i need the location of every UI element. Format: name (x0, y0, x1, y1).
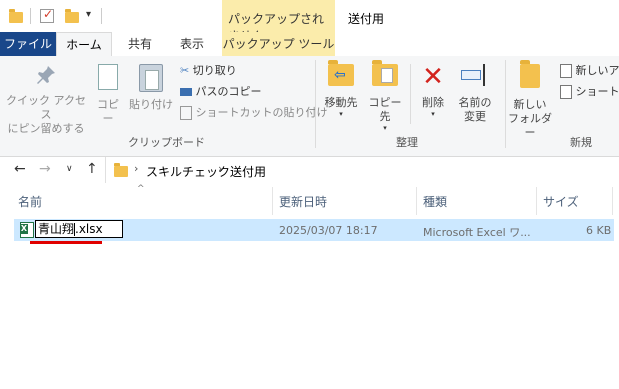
breadcrumb-chevron-icon[interactable]: › (134, 162, 138, 175)
organize-group-label: 整理 (396, 136, 418, 149)
breadcrumb-chevron-icon[interactable]: › (218, 162, 222, 175)
file-modified: 2025/03/07 18:17 (279, 224, 378, 237)
sort-ascending-icon: ^ (137, 184, 145, 194)
column-type[interactable]: 種類 (423, 193, 447, 210)
qat-dropdown-icon[interactable]: ▾ (86, 9, 91, 20)
group-separator (505, 60, 506, 148)
pin-label-line1: クイック アクセス (6, 94, 86, 121)
new-folder-label-line1: 新しい (513, 98, 547, 111)
path-folder-icon (114, 163, 128, 177)
tab-share[interactable]: 共有 (116, 32, 164, 56)
tab-backup-tool[interactable]: パックアップ ツール (222, 32, 335, 56)
cut-label: 切り取り (192, 64, 237, 77)
move-folder-icon: ⇦ (328, 60, 354, 86)
move-to-button[interactable]: ⇦ 移動先 ▾ (320, 60, 362, 118)
folder-icon[interactable] (9, 9, 23, 23)
tab-file[interactable]: ファイル (0, 32, 56, 56)
easy-access-icon (560, 85, 572, 99)
move-to-dropdown-icon: ▾ (339, 110, 343, 118)
properties-icon[interactable]: ✓ (40, 7, 54, 23)
recent-dropdown-icon[interactable]: ∨ (66, 164, 73, 174)
new-item-label: 新しいア (575, 64, 619, 77)
new-folder-label-line2: フォルダー (508, 112, 552, 139)
tab-view[interactable]: 表示 (168, 32, 216, 56)
move-to-label: 移動先 (324, 96, 358, 109)
ribbon: クイック アクセス にピン留めする コピー 貼り付け ✂ 切り取り パスのコピー… (0, 56, 619, 157)
delete-label: 削除 (422, 96, 444, 109)
copy-path-icon (180, 88, 192, 96)
scissors-icon: ✂ (180, 64, 190, 77)
copy-to-button[interactable]: コピー先 ▾ (364, 60, 406, 132)
easy-access-label: ショートカ (575, 85, 619, 98)
copy-button[interactable]: コピー (92, 64, 124, 126)
button-divider (410, 64, 411, 124)
easy-access-button[interactable]: ショートカ (560, 83, 619, 101)
title-bar: ✓ ▾ パックアップされません 送付用 (0, 0, 619, 43)
address-path[interactable]: › スキルチェック › 送付用 (105, 157, 619, 183)
column-separator[interactable] (272, 187, 273, 215)
address-bar: ← → ∨ ↑ › スキルチェック › 送付用 (0, 157, 619, 183)
back-arrow-icon[interactable]: ← (14, 161, 26, 177)
window-title: 送付用 (348, 12, 385, 26)
excel-file-icon (20, 222, 34, 238)
rename-button[interactable]: 名前の 変更 (454, 64, 496, 124)
copy-label: コピー (97, 98, 119, 125)
new-item-icon (560, 64, 572, 78)
new-folder-button[interactable]: 新しい フォルダー (508, 60, 552, 140)
column-name[interactable]: 名前 (18, 193, 42, 210)
rename-extension: .xlsx (75, 222, 103, 236)
copy-icon (98, 64, 118, 90)
paste-shortcut-button[interactable]: ショートカットの貼り付け (180, 104, 328, 122)
breadcrumb-sofuyo[interactable]: 送付用 (230, 163, 266, 180)
new-item-button[interactable]: 新しいア (560, 62, 619, 80)
new-folder-icon (520, 60, 540, 88)
pin-icon (35, 64, 57, 86)
annotation-underline (30, 241, 102, 244)
column-size[interactable]: サイズ (543, 193, 579, 210)
group-separator (315, 60, 316, 148)
copy-path-label: パスのコピー (195, 85, 262, 98)
forward-arrow-icon[interactable]: → (39, 161, 51, 177)
pin-label-line2: にピン留めする (7, 122, 85, 135)
contextual-tab-header: パックアップされません (222, 0, 335, 43)
column-separator[interactable] (536, 187, 537, 215)
copy-folder-icon (372, 60, 398, 86)
paste-label: 貼り付け (129, 98, 173, 111)
column-separator[interactable] (612, 187, 613, 215)
paste-button[interactable]: 貼り付け (128, 64, 174, 112)
qat-divider (101, 8, 102, 24)
delete-x-icon: ✕ (422, 62, 444, 92)
pin-quick-access-button[interactable]: クイック アクセス にピン留めする (4, 64, 88, 136)
column-separator[interactable] (416, 187, 417, 215)
cut-button[interactable]: ✂ 切り取り (180, 62, 237, 80)
up-arrow-icon[interactable]: ↑ (86, 161, 98, 177)
rename-selected-text: 青山翔 (38, 222, 75, 236)
column-headers: ^ 名前 更新日時 種類 サイズ (0, 184, 619, 215)
clipboard-group-label: クリップボード (128, 136, 205, 149)
rename-label-line2: 変更 (464, 110, 486, 123)
new-group-label: 新規 (570, 136, 592, 149)
copy-to-dropdown-icon: ▾ (383, 124, 387, 132)
file-size: 6 KB (586, 224, 612, 237)
delete-dropdown-icon: ▾ (431, 110, 435, 118)
clipboard-icon (139, 64, 163, 92)
new-folder-qat-icon[interactable] (65, 9, 79, 23)
paste-shortcut-label: ショートカットの貼り付け (195, 106, 328, 119)
column-modified[interactable]: 更新日時 (279, 193, 327, 210)
tab-home[interactable]: ホーム (56, 32, 112, 56)
file-type: Microsoft Excel ワ... (423, 226, 531, 239)
copy-path-button[interactable]: パスのコピー (180, 83, 262, 101)
qat-divider (30, 8, 31, 24)
ribbon-tabs: ファイル ホーム 共有 表示 パックアップ ツール (0, 32, 619, 57)
rename-input[interactable]: 青山翔.xlsx (35, 220, 123, 238)
rename-label-line1: 名前の (458, 96, 492, 109)
copy-to-label: コピー先 (368, 96, 402, 123)
rename-icon (461, 64, 489, 86)
paste-shortcut-icon (180, 106, 192, 120)
delete-button[interactable]: ✕ 削除 ▾ (416, 64, 450, 118)
